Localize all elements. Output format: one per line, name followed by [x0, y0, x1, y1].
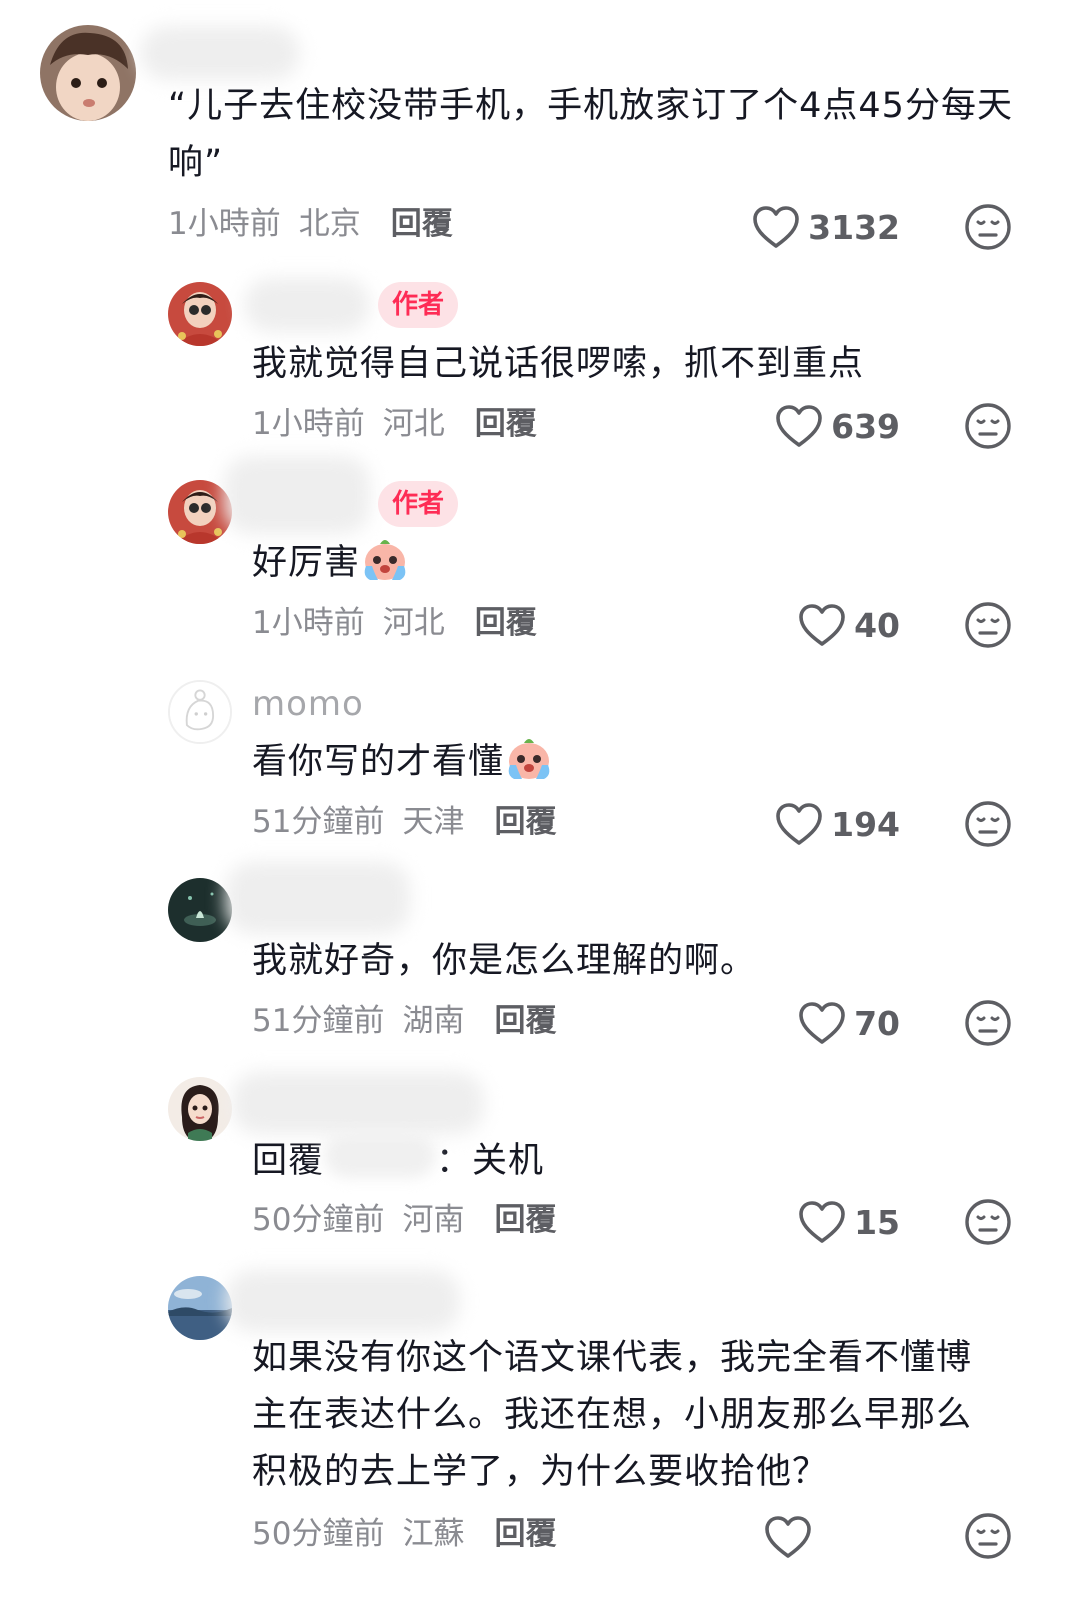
like-count: 3132	[808, 207, 900, 247]
heart-outline-icon	[798, 603, 846, 647]
neutral-face-icon[interactable]	[964, 1198, 1012, 1246]
reply-button[interactable]: 回覆	[494, 1003, 556, 1039]
location: 河北	[382, 605, 445, 641]
username[interactable]	[140, 26, 300, 80]
neutral-face-icon[interactable]	[964, 203, 1012, 251]
like-button[interactable]: 3132	[700, 202, 900, 252]
like-button[interactable]: 70	[700, 998, 900, 1048]
comment-text-content: 好厉害	[252, 543, 361, 583]
comment-meta: 1小時前 河北 回覆	[252, 402, 555, 446]
comment-text: 我就觉得自己说话很啰嗦，抓不到重点	[252, 344, 865, 384]
location: 河南	[402, 1202, 465, 1238]
comment-text: 如果没有你这个语文课代表，我完全看不懂博主在表达什么。我还在想，小朋友那么早那么…	[252, 1338, 973, 1492]
crying-face-emoji	[360, 536, 410, 582]
like-button[interactable]: 639	[700, 401, 900, 451]
like-count: 15	[854, 1202, 900, 1242]
location: 河北	[382, 406, 445, 442]
avatar[interactable]	[168, 1077, 232, 1141]
author-badge: 作者	[378, 481, 459, 527]
comment-text: 回覆 ：关机	[252, 1132, 1012, 1190]
neutral-face-icon[interactable]	[964, 402, 1012, 450]
heart-outline-icon	[752, 205, 800, 249]
timestamp: 1小時前	[252, 406, 365, 442]
location: 北京	[298, 206, 361, 242]
comment-text: 我就好奇，你是怎么理解的啊。	[252, 941, 757, 981]
location: 天津	[402, 804, 465, 840]
location: 江蘇	[402, 1516, 465, 1552]
reply-button[interactable]: 回覆	[494, 1202, 556, 1238]
mentioned-username[interactable]	[324, 1132, 437, 1178]
timestamp: 1小時前	[168, 206, 281, 242]
username[interactable]	[232, 1072, 484, 1134]
timestamp: 1小時前	[252, 605, 365, 641]
neutral-face-icon[interactable]	[964, 601, 1012, 649]
crying-face-emoji	[504, 735, 554, 781]
reply-button[interactable]: 回覆	[494, 1516, 556, 1552]
timestamp: 50分鐘前	[252, 1516, 385, 1552]
username[interactable]	[226, 862, 410, 934]
timestamp: 51分鐘前	[252, 1003, 385, 1039]
comment-text-content: 看你写的才看懂	[252, 742, 505, 782]
comment-text: 好厉害	[252, 535, 1012, 592]
comment-meta: 51分鐘前 天津 回覆	[252, 800, 574, 844]
comment-text-content: ：关机	[436, 1141, 545, 1181]
like-count: 639	[831, 406, 900, 446]
reply-button[interactable]: 回覆	[475, 605, 537, 641]
username[interactable]: momo	[252, 684, 364, 724]
neutral-face-icon[interactable]	[964, 800, 1012, 848]
reply-prefix: 回覆	[252, 1141, 325, 1181]
author-badge: 作者	[378, 282, 459, 328]
reply-button[interactable]: 回覆	[475, 406, 537, 442]
avatar[interactable]	[168, 1276, 232, 1340]
timestamp: 50分鐘前	[252, 1202, 385, 1238]
like-count: 70	[854, 1003, 900, 1043]
heart-outline-icon	[775, 802, 823, 846]
comment-meta: 50分鐘前 江蘇 回覆	[252, 1512, 574, 1556]
like-button[interactable]: 40	[700, 600, 900, 650]
comment-text: “儿子去住校没带手机，手机放家订了个4点45分每天响”	[168, 86, 1013, 183]
like-button[interactable]: 194	[700, 799, 900, 849]
avatar[interactable]	[168, 282, 232, 346]
username[interactable]	[224, 456, 370, 534]
heart-outline-icon	[764, 1515, 812, 1559]
timestamp: 51分鐘前	[252, 804, 385, 840]
reply-button[interactable]: 回覆	[391, 206, 453, 242]
username[interactable]	[226, 1270, 460, 1332]
comment-meta: 1小時前 河北 回覆	[252, 601, 555, 645]
neutral-face-icon[interactable]	[964, 999, 1012, 1047]
like-count: 40	[854, 605, 900, 645]
comment-meta: 50分鐘前 河南 回覆	[252, 1198, 574, 1242]
reply-button[interactable]: 回覆	[494, 804, 556, 840]
like-button[interactable]	[620, 1512, 820, 1562]
avatar[interactable]	[40, 25, 136, 121]
comment-text: 看你写的才看懂	[252, 734, 1012, 791]
heart-outline-icon	[798, 1001, 846, 1045]
heart-outline-icon	[798, 1200, 846, 1244]
avatar[interactable]	[168, 480, 232, 544]
neutral-face-icon[interactable]	[964, 1512, 1012, 1560]
like-button[interactable]: 15	[700, 1197, 900, 1247]
username[interactable]	[244, 278, 370, 332]
heart-outline-icon	[775, 404, 823, 448]
avatar[interactable]	[168, 680, 232, 744]
like-count: 194	[831, 804, 900, 844]
comment-meta: 1小時前 北京 回覆	[168, 202, 471, 246]
avatar[interactable]	[168, 878, 232, 942]
location: 湖南	[402, 1003, 465, 1039]
comment-meta: 51分鐘前 湖南 回覆	[252, 999, 574, 1043]
